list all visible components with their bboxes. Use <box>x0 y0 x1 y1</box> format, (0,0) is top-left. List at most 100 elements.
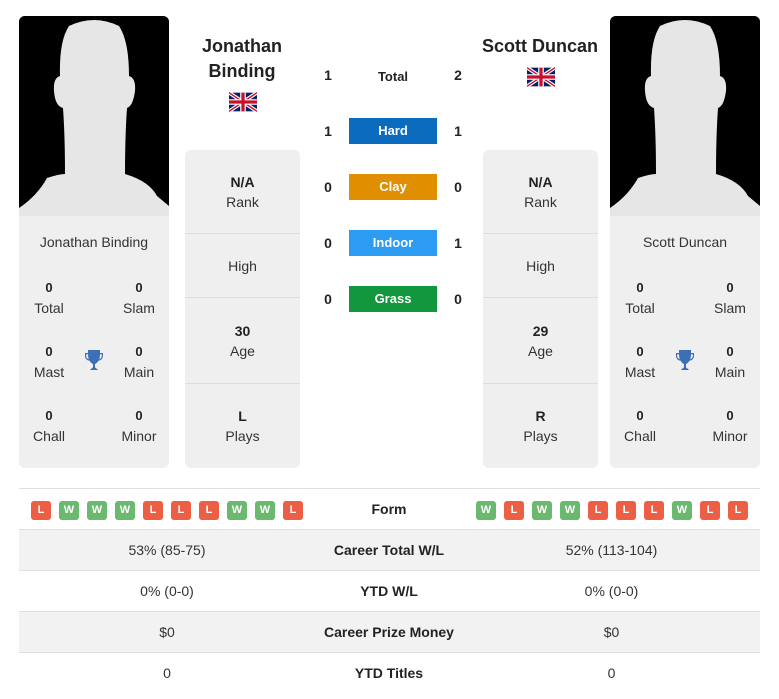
form-badge-loss[interactable]: L <box>143 501 163 520</box>
form-badges-left: LWWWLLLWWL <box>31 501 303 520</box>
h2h-total-row: 1 Total 2 <box>310 62 470 88</box>
form-badge-win[interactable]: W <box>476 501 496 520</box>
rank-label: Rank <box>226 193 259 210</box>
h2h-right-value: 1 <box>454 123 462 139</box>
trophy-icon <box>676 350 694 370</box>
form-badge-loss[interactable]: L <box>700 501 720 520</box>
player-photo-left <box>19 16 169 216</box>
titles-minor-value: 0 <box>135 408 143 423</box>
form-badge-win[interactable]: W <box>560 501 580 520</box>
uk-flag-icon <box>229 92 257 112</box>
player-name-left[interactable]: Jonathan Binding <box>177 34 307 84</box>
form-badge-win[interactable]: W <box>87 501 107 520</box>
form-badge-loss[interactable]: L <box>504 501 524 520</box>
form-badge-win[interactable]: W <box>227 501 247 520</box>
titles-mast-value: 0 <box>45 344 53 359</box>
high-row: High <box>483 234 598 298</box>
rank-label: Rank <box>524 193 557 210</box>
form-badge-loss[interactable]: L <box>728 501 748 520</box>
titles-card-right: Scott Duncan 0 Total 0 Slam 0 Mast 0 Main 0 C… <box>610 216 760 468</box>
player-name-right[interactable]: Scott Duncan <box>475 34 605 59</box>
titles-main-value: 0 <box>135 344 143 359</box>
titles-slam-value: 0 <box>726 280 734 295</box>
surface-hard-badge[interactable]: Hard <box>349 118 437 144</box>
rank-row: N/A Rank <box>185 150 300 234</box>
age-label: Age <box>528 342 553 359</box>
stat-right-value: 52% (113-104) <box>565 542 658 558</box>
player-card-name[interactable]: Jonathan Binding <box>19 234 169 250</box>
high-label: High <box>526 257 555 274</box>
titles-mast-label: Mast <box>33 364 65 380</box>
stat-left-value: 0% (0-0) <box>140 583 194 599</box>
surface-indoor-badge[interactable]: Indoor <box>349 230 437 256</box>
plays-label: Plays <box>523 428 558 444</box>
h2h-right-value: 0 <box>454 291 462 307</box>
surface-grass-badge[interactable]: Grass <box>349 286 437 312</box>
plays-value: L <box>238 408 247 424</box>
stats-row-prize-money: $0 Career Prize Money $0 <box>19 611 760 652</box>
player-card-name[interactable]: Scott Duncan <box>610 234 760 250</box>
player-name-line1: Jonathan <box>201 36 282 56</box>
titles-main: 0 Main <box>109 342 169 382</box>
titles-chall-value: 0 <box>45 408 53 423</box>
form-badge-win[interactable]: W <box>255 501 275 520</box>
rank-row: N/A Rank <box>483 150 598 234</box>
h2h-grass-row: 0 Grass 0 <box>310 286 470 312</box>
titles-main-value: 0 <box>726 344 734 359</box>
form-badge-win[interactable]: W <box>672 501 692 520</box>
h2h-left-value: 0 <box>324 179 332 195</box>
stat-left-value: 53% (85-75) <box>128 542 206 558</box>
h2h-left-value: 1 <box>324 67 332 83</box>
high-row: High <box>185 234 300 298</box>
age-row: 29 Age <box>483 298 598 384</box>
titles-main: 0 Main <box>700 342 760 382</box>
titles-chall: 0 Chall <box>19 406 79 446</box>
titles-total: 0 Total <box>19 278 79 318</box>
surface-clay-badge[interactable]: Clay <box>349 174 437 200</box>
stat-label: Career Total W/L <box>333 542 445 558</box>
h2h-left-value: 1 <box>324 123 332 139</box>
form-badge-win[interactable]: W <box>59 501 79 520</box>
age-label: Age <box>230 342 255 359</box>
form-badge-loss[interactable]: L <box>199 501 219 520</box>
form-badge-win[interactable]: W <box>115 501 135 520</box>
h2h-right-value: 0 <box>454 179 462 195</box>
age-value: 30 <box>234 322 251 339</box>
h2h-hard-row: 1 Hard 1 <box>310 118 470 144</box>
form-badge-loss[interactable]: L <box>171 501 191 520</box>
titles-minor-label: Minor <box>712 428 748 444</box>
titles-mast-value: 0 <box>636 344 644 359</box>
stat-label: Career Prize Money <box>324 624 454 640</box>
form-badge-loss[interactable]: L <box>283 501 303 520</box>
titles-card-left: Jonathan Binding 0 Total 0 Slam 0 Mast 0 Mai… <box>19 216 169 468</box>
plays-label: Plays <box>225 428 260 444</box>
titles-main-label: Main <box>714 364 746 380</box>
titles-total-value: 0 <box>636 280 644 295</box>
form-badge-loss[interactable]: L <box>31 501 51 520</box>
titles-main-label: Main <box>123 364 155 380</box>
stats-row-career-wl: 53% (85-75) Career Total W/L 52% (113-10… <box>19 529 760 570</box>
stat-left-value: 0 <box>163 665 171 681</box>
rank-value: N/A <box>528 173 553 190</box>
silhouette-icon <box>19 16 169 216</box>
form-badge-loss[interactable]: L <box>616 501 636 520</box>
form-badge-loss[interactable]: L <box>588 501 608 520</box>
titles-slam-label: Slam <box>123 300 155 316</box>
titles-mast: 0 Mast <box>610 342 670 382</box>
h2h-right-value: 2 <box>454 67 462 83</box>
stats-row-ytd-wl: 0% (0-0) YTD W/L 0% (0-0) <box>19 570 760 611</box>
h2h-clay-row: 0 Clay 0 <box>310 174 470 200</box>
plays-row: R Plays <box>483 384 598 468</box>
player-photo-right <box>610 16 760 216</box>
stat-right-value: 0% (0-0) <box>584 583 639 599</box>
form-badge-loss[interactable]: L <box>644 501 664 520</box>
titles-slam: 0 Slam <box>109 278 169 318</box>
titles-slam-label: Slam <box>714 300 746 316</box>
age-row: 30 Age <box>185 298 300 384</box>
titles-minor-label: Minor <box>121 428 157 444</box>
titles-slam-value: 0 <box>135 280 143 295</box>
form-badge-win[interactable]: W <box>532 501 552 520</box>
age-value: 29 <box>532 322 549 339</box>
player-name-line2: Binding <box>208 61 276 81</box>
plays-row: L Plays <box>185 384 300 468</box>
